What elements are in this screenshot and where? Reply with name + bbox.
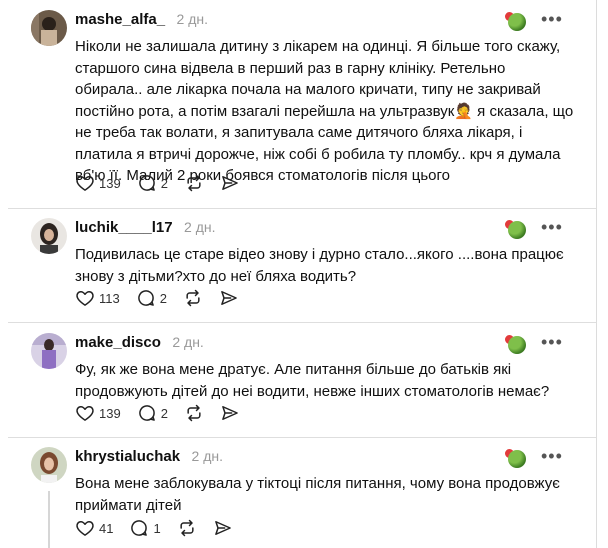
avatar[interactable] bbox=[31, 333, 67, 369]
comment-icon bbox=[131, 520, 148, 536]
more-icon[interactable]: ••• bbox=[541, 447, 563, 465]
like-button[interactable]: 139 bbox=[75, 173, 121, 193]
heart-icon bbox=[76, 291, 94, 306]
send-icon bbox=[221, 291, 237, 305]
reply-count: 2 bbox=[160, 175, 168, 191]
post-header: luchik____l17 2 дн. bbox=[75, 219, 216, 239]
reply-count: 2 bbox=[160, 405, 168, 421]
more-icon[interactable]: ••• bbox=[541, 333, 563, 351]
post-text: Вона мене заблокувала у тіктоці після пи… bbox=[75, 475, 560, 514]
divider bbox=[8, 208, 596, 209]
globe-badge-icon[interactable] bbox=[508, 450, 526, 468]
reply-button[interactable]: 2 bbox=[137, 403, 168, 423]
thread-line bbox=[48, 491, 50, 548]
avatar[interactable] bbox=[31, 447, 67, 483]
comment-icon bbox=[137, 290, 154, 306]
reply-button[interactable]: 2 bbox=[137, 173, 168, 193]
username[interactable]: khrystialuchak bbox=[75, 448, 180, 465]
heart-icon bbox=[76, 176, 94, 191]
like-button[interactable]: 113 bbox=[75, 288, 120, 308]
comment-icon bbox=[138, 175, 155, 191]
reply-post: luchik____l17 2 дн. ••• Подивилась це ст… bbox=[0, 218, 596, 314]
comment-icon bbox=[138, 405, 155, 421]
share-button[interactable] bbox=[219, 288, 239, 308]
repost-icon bbox=[180, 519, 194, 537]
reply-button[interactable]: 1 bbox=[129, 518, 161, 538]
post-time[interactable]: 2 дн. bbox=[192, 448, 223, 464]
post-time[interactable]: 2 дн. bbox=[184, 219, 215, 235]
globe-badge-icon[interactable] bbox=[508, 336, 526, 354]
reply-count: 1 bbox=[153, 520, 161, 536]
heart-icon bbox=[76, 521, 94, 536]
repost-button[interactable] bbox=[184, 173, 204, 193]
reply-post: khrystialuchak 2 дн. ••• Вона мене забло… bbox=[0, 447, 596, 548]
repost-icon bbox=[187, 404, 201, 422]
post-header: khrystialuchak 2 дн. bbox=[75, 448, 223, 468]
send-icon bbox=[222, 406, 238, 420]
divider bbox=[8, 322, 596, 323]
repost-button[interactable] bbox=[184, 403, 204, 423]
post-text: Подивилась це старе відео знову і дурно … bbox=[75, 246, 564, 285]
like-count: 41 bbox=[99, 520, 114, 536]
like-count: 139 bbox=[99, 175, 121, 191]
repost-icon bbox=[187, 174, 201, 192]
avatar[interactable] bbox=[31, 10, 67, 46]
avatar[interactable] bbox=[31, 218, 67, 254]
send-icon bbox=[214, 521, 231, 535]
globe-badge-icon[interactable] bbox=[508, 221, 526, 239]
repost-icon bbox=[186, 289, 200, 307]
post-text: Фу, як же вона мене дратує. Але питання … bbox=[75, 361, 550, 400]
divider bbox=[8, 437, 596, 438]
repost-button[interactable] bbox=[177, 518, 197, 538]
username[interactable]: luchik____l17 bbox=[75, 219, 173, 236]
heart-icon bbox=[76, 406, 94, 421]
send-icon bbox=[222, 176, 238, 190]
post-actions: 113 2 bbox=[75, 287, 255, 309]
like-button[interactable]: 41 bbox=[75, 518, 113, 538]
share-button[interactable] bbox=[220, 403, 240, 423]
reply-count: 2 bbox=[159, 290, 167, 306]
like-count: 113 bbox=[99, 290, 120, 306]
share-button[interactable] bbox=[213, 518, 233, 538]
like-button[interactable]: 139 bbox=[75, 403, 121, 423]
globe-badge-icon[interactable] bbox=[508, 13, 526, 31]
post-actions: 41 1 bbox=[75, 517, 249, 539]
post-time[interactable]: 2 дн. bbox=[172, 334, 203, 350]
username[interactable]: make_disco bbox=[75, 334, 161, 351]
post-header: make_disco 2 дн. bbox=[75, 334, 204, 354]
post-actions: 139 2 bbox=[75, 402, 256, 424]
reply-post: make_disco 2 дн. ••• Фу, як же вона мене… bbox=[0, 333, 596, 429]
reply-button[interactable]: 2 bbox=[136, 288, 167, 308]
post-actions: 139 2 bbox=[75, 172, 256, 194]
more-icon[interactable]: ••• bbox=[541, 218, 563, 236]
like-count: 139 bbox=[99, 405, 121, 421]
reply-post: mashe_alfa_ 2 дн. ••• Ніколи не залишала… bbox=[0, 10, 596, 200]
username[interactable]: mashe_alfa_ bbox=[75, 11, 165, 28]
post-header: mashe_alfa_ 2 дн. bbox=[75, 11, 208, 31]
post-text: Ніколи не залишала дитину з лікарем на о… bbox=[75, 38, 574, 184]
repost-button[interactable] bbox=[183, 288, 203, 308]
share-button[interactable] bbox=[220, 173, 240, 193]
more-icon[interactable]: ••• bbox=[541, 10, 563, 28]
post-time[interactable]: 2 дн. bbox=[177, 11, 208, 27]
